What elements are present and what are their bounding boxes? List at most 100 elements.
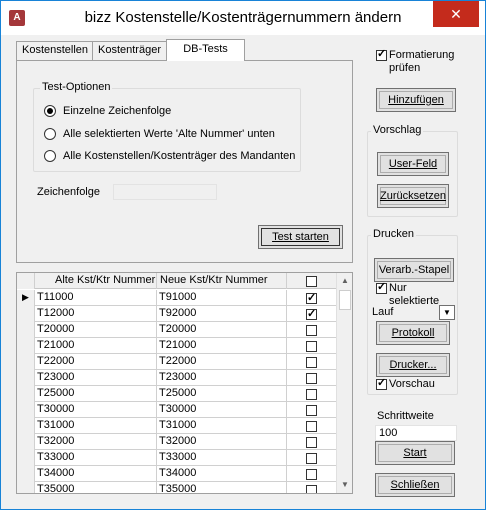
radio-icon[interactable] [44,105,56,117]
cell-alte-nummer[interactable]: T12000 [35,306,157,322]
row-checkbox[interactable] [306,307,317,322]
cell-check[interactable] [287,466,337,482]
cell-neue-nummer[interactable]: T92000 [157,306,287,322]
cell-neue-nummer[interactable]: T32000 [157,434,287,450]
cell-check[interactable] [287,322,337,338]
cell-check[interactable] [287,482,337,493]
cell-alte-nummer[interactable]: T35000 [35,482,157,493]
drucker-button[interactable]: Drucker... [376,353,450,377]
row-checkbox[interactable] [306,484,317,493]
tab-kostentraeger[interactable]: Kostenträger [92,41,167,60]
row-selector[interactable] [17,418,35,434]
row-selector[interactable] [17,370,35,386]
table-row[interactable]: T31000 T31000 [17,418,337,434]
table-row[interactable]: T12000 T92000 [17,306,337,322]
zuruecksetzen-button[interactable]: Zurücksetzen [377,184,449,208]
cell-alte-nummer[interactable]: T25000 [35,386,157,402]
hinzufuegen-button[interactable]: Hinzufügen [376,88,456,112]
header-checkbox[interactable] [306,275,317,287]
checkbox-icon[interactable] [376,377,387,390]
cell-alte-nummer[interactable]: T11000 [35,290,157,306]
current-row-pointer-icon[interactable]: ▶ [17,290,35,306]
option-alle-selektierten[interactable]: Alle selektierten Werte 'Alte Nummer' un… [44,126,275,142]
cell-neue-nummer[interactable]: T25000 [157,386,287,402]
vorschau-checkbox[interactable]: Vorschau [376,377,435,391]
option-alle-kostenstellen[interactable]: Alle Kostenstellen/Kostenträger des Mand… [44,148,295,164]
cell-alte-nummer[interactable]: T23000 [35,370,157,386]
table-row[interactable]: T20000 T20000 [17,322,337,338]
user-feld-button[interactable]: User-Feld [377,152,449,176]
row-selector[interactable] [17,402,35,418]
row-checkbox[interactable] [306,324,317,336]
cell-alte-nummer[interactable]: T22000 [35,354,157,370]
cell-check[interactable] [287,338,337,354]
cell-neue-nummer[interactable]: T22000 [157,354,287,370]
cell-check[interactable] [287,370,337,386]
row-checkbox[interactable] [306,340,317,352]
row-selector[interactable] [17,482,35,493]
cell-alte-nummer[interactable]: T32000 [35,434,157,450]
cell-alte-nummer[interactable]: T30000 [35,402,157,418]
cell-neue-nummer[interactable]: T30000 [157,402,287,418]
cell-neue-nummer[interactable]: T91000 [157,290,287,306]
row-selector[interactable] [17,386,35,402]
row-checkbox[interactable] [306,372,317,384]
row-checkbox[interactable] [306,291,317,306]
option-einzelne-zeichenfolge[interactable]: Einzelne Zeichenfolge [44,103,171,119]
row-selector[interactable] [17,466,35,482]
row-selector[interactable] [17,338,35,354]
scroll-up-icon[interactable]: ▲ [337,273,352,289]
row-selector[interactable] [17,450,35,466]
vertical-scrollbar[interactable]: ▲ ▼ [336,273,352,493]
row-checkbox[interactable] [306,388,317,400]
cell-neue-nummer[interactable]: T35000 [157,482,287,493]
cell-neue-nummer[interactable]: T34000 [157,466,287,482]
row-selector[interactable] [17,354,35,370]
schrittweite-input[interactable]: 100 [375,425,457,441]
close-button[interactable]: ✕ [433,1,479,27]
cell-check[interactable] [287,354,337,370]
cell-check[interactable] [287,402,337,418]
cell-check[interactable] [287,418,337,434]
row-selector[interactable] [17,322,35,338]
row-checkbox[interactable] [306,468,317,480]
table-row[interactable]: T22000 T22000 [17,354,337,370]
row-checkbox[interactable] [306,420,317,432]
cell-neue-nummer[interactable]: T33000 [157,450,287,466]
cell-check[interactable] [287,434,337,450]
table-row[interactable]: T35000 T35000 [17,482,337,493]
row-selector[interactable] [17,306,35,322]
tab-kostenstellen[interactable]: Kostenstellen [16,41,95,60]
scroll-down-icon[interactable]: ▼ [337,477,352,493]
table-row[interactable]: T25000 T25000 [17,386,337,402]
cell-alte-nummer[interactable]: T33000 [35,450,157,466]
checkbox-icon[interactable] [376,48,387,61]
radio-icon[interactable] [44,150,56,162]
cell-neue-nummer[interactable]: T20000 [157,322,287,338]
table-row[interactable]: T32000 T32000 [17,434,337,450]
cell-check[interactable] [287,306,337,322]
cell-alte-nummer[interactable]: T21000 [35,338,157,354]
test-starten-button[interactable]: Test starten [258,225,343,249]
start-button[interactable]: Start [375,441,455,465]
cell-check[interactable] [287,450,337,466]
formatierung-pruefen-checkbox[interactable]: Formatierung prüfen [376,48,454,75]
row-checkbox[interactable] [306,452,317,464]
cell-check[interactable] [287,290,337,306]
nummern-grid[interactable]: Alte Kst/Ktr Nummer Neue Kst/Ktr Nummer … [16,272,353,494]
header-check-cell[interactable] [287,273,337,289]
cell-alte-nummer[interactable]: T20000 [35,322,157,338]
cell-alte-nummer[interactable]: T31000 [35,418,157,434]
row-checkbox[interactable] [306,404,317,416]
scroll-thumb[interactable] [339,290,351,310]
checkbox-icon[interactable] [376,281,387,294]
cell-neue-nummer[interactable]: T31000 [157,418,287,434]
table-row[interactable]: T33000 T33000 [17,450,337,466]
table-row[interactable]: T23000 T23000 [17,370,337,386]
verarb-stapel-button[interactable]: Verarb.-Stapel [374,258,454,282]
cell-check[interactable] [287,386,337,402]
row-checkbox[interactable] [306,436,317,448]
cell-neue-nummer[interactable]: T21000 [157,338,287,354]
cell-alte-nummer[interactable]: T34000 [35,466,157,482]
protokoll-button[interactable]: Protokoll [376,321,450,345]
